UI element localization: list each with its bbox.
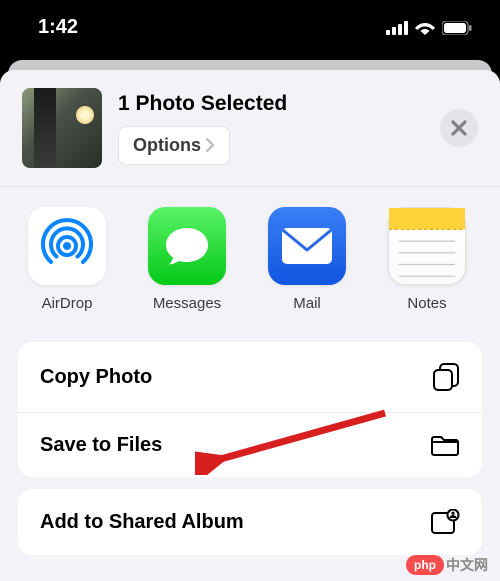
options-button[interactable]: Options: [118, 126, 230, 165]
share-sheet: 1 Photo Selected Options AirDrop Message…: [0, 70, 500, 581]
share-notes[interactable]: Notes: [378, 207, 476, 312]
status-icons: [386, 21, 472, 35]
sheet-header: 1 Photo Selected Options: [0, 70, 500, 187]
watermark-text: 中文网: [446, 555, 488, 575]
shared-album-icon: [430, 509, 460, 535]
cellular-icon: [386, 21, 408, 35]
share-label: Messages: [153, 295, 221, 312]
close-icon: [451, 120, 467, 136]
action-save-to-files[interactable]: Save to Files: [18, 412, 482, 477]
options-label: Options: [133, 135, 201, 156]
share-mail[interactable]: Mail: [258, 207, 356, 312]
share-label: Notes: [407, 295, 446, 312]
action-copy-photo[interactable]: Copy Photo: [18, 342, 482, 412]
mail-icon: [268, 207, 346, 285]
folder-icon: [430, 433, 460, 457]
share-label: Mail: [293, 295, 321, 312]
action-label: Copy Photo: [40, 366, 152, 389]
close-button[interactable]: [440, 109, 478, 147]
action-label: Save to Files: [40, 434, 162, 457]
chevron-right-icon: [205, 138, 215, 152]
share-messages[interactable]: Messages: [138, 207, 236, 312]
action-label: Add to Shared Album: [40, 511, 244, 534]
copy-icon: [432, 362, 460, 392]
messages-icon: [148, 207, 226, 285]
watermark: php 中文网: [406, 555, 488, 575]
action-add-shared-album[interactable]: Add to Shared Album: [18, 489, 482, 555]
battery-icon: [442, 21, 472, 35]
action-list-1: Copy Photo Save to Files: [18, 342, 482, 477]
notes-icon: [388, 207, 466, 285]
share-label: AirDrop: [42, 295, 93, 312]
status-time: 1:42: [38, 16, 78, 39]
wifi-icon: [415, 21, 435, 35]
share-targets-row[interactable]: AirDrop Messages Mail Notes: [0, 187, 500, 326]
action-list-2: Add to Shared Album: [18, 489, 482, 555]
share-airdrop[interactable]: AirDrop: [18, 207, 116, 312]
photo-thumbnail[interactable]: [22, 88, 102, 168]
airdrop-icon: [28, 207, 106, 285]
header-title: 1 Photo Selected: [118, 92, 424, 116]
header-text: 1 Photo Selected Options: [118, 92, 424, 165]
status-bar: 1:42: [0, 0, 500, 55]
watermark-badge: php: [406, 555, 444, 575]
